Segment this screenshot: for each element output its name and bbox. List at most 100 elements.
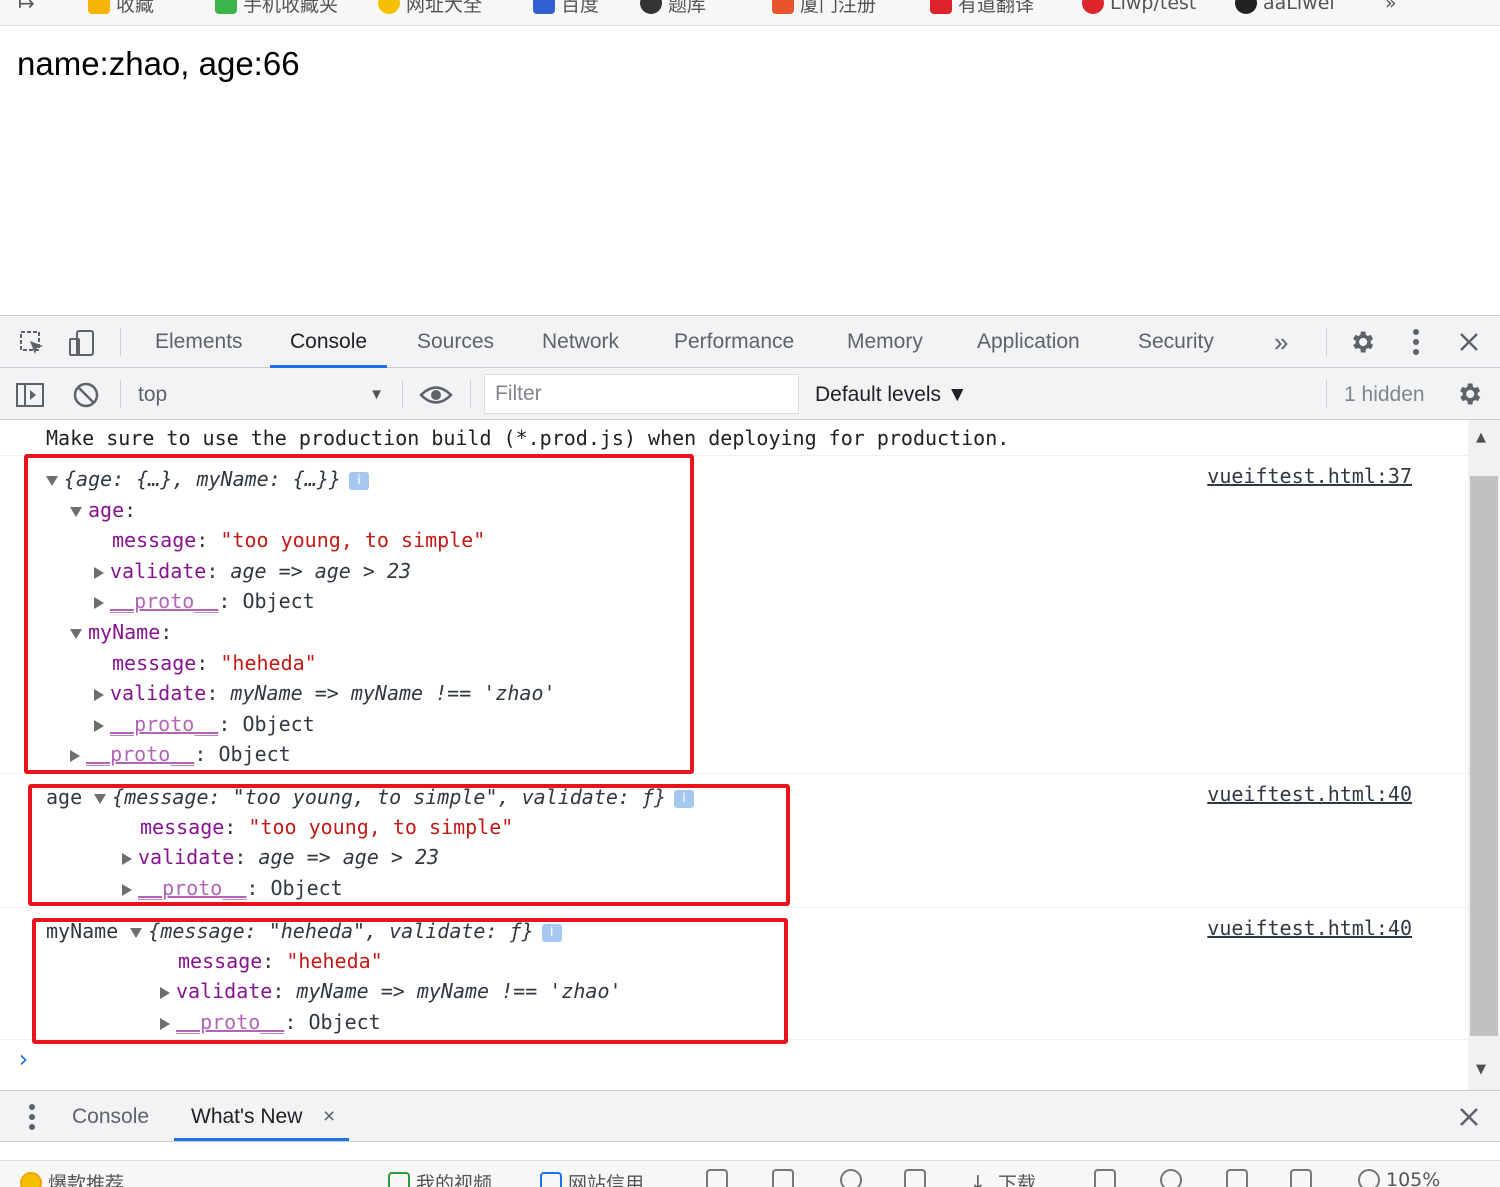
console-settings-gear-icon[interactable] [1453, 379, 1485, 409]
device-toolbar-icon[interactable] [66, 328, 98, 358]
kebab-menu-icon[interactable] [1402, 327, 1430, 357]
property-row: message: "heheda" [112, 651, 317, 675]
close-tab-icon[interactable]: × [323, 1091, 335, 1143]
console-log-entry: vueiftest.html:40 myName {message: "hehe… [0, 908, 1468, 1040]
tab-elements[interactable]: Elements [155, 316, 243, 368]
status-icon[interactable] [772, 1169, 800, 1187]
tab-security[interactable]: Security [1138, 316, 1214, 368]
close-devtools-icon[interactable] [1455, 327, 1483, 357]
console-toolbar: top▼ Default levels ▼ 1 hidden [0, 368, 1500, 420]
window-icon [1226, 1169, 1248, 1187]
status-icon[interactable] [706, 1169, 734, 1187]
toolbar-divider [120, 328, 121, 356]
sidebar-toggle-icon[interactable] [14, 380, 46, 410]
page-output-text: name:zhao, age:66 [17, 45, 300, 82]
console-log-entry: vueiftest.html:37 {age: {…}, myName: {…}… [0, 456, 1468, 774]
github-icon [1235, 0, 1257, 14]
bookmark-item[interactable]: 手机收藏夹 [215, 0, 338, 18]
console-warning-message: Make sure to use the production build (*… [0, 420, 1468, 456]
filter-input[interactable] [484, 374, 799, 414]
console-prompt[interactable]: › [16, 1044, 30, 1074]
tree-node[interactable]: validate: myName => myName !== 'zhao' [160, 976, 622, 1006]
property-row: message: "too young, to simple" [112, 528, 486, 552]
brush-icon [1160, 1169, 1182, 1187]
gear-icon[interactable] [1346, 327, 1378, 357]
status-icon[interactable] [904, 1169, 932, 1187]
status-icon[interactable] [1094, 1169, 1122, 1187]
status-item[interactable]: ↓ 下载 [970, 1169, 1036, 1187]
bookmarks-bar: ↦ 收藏 手机收藏夹 网址大全 百度 题库 厦门注册 有道翻译 Liwp/tes… [0, 0, 1500, 26]
log-levels-dropdown[interactable]: Default levels ▼ [815, 380, 968, 410]
expand-arrow-icon [122, 883, 132, 896]
status-item[interactable]: 网站信用 [540, 1169, 644, 1187]
bookmark-item[interactable]: 题库 [640, 0, 706, 18]
status-icon[interactable] [1226, 1169, 1254, 1187]
context-selector[interactable]: top ▼ [138, 380, 388, 410]
expand-arrow-icon [160, 1017, 170, 1030]
scroll-up-icon[interactable]: ▲ [1476, 430, 1486, 445]
console-log-entry: vueiftest.html:40 age {message: "too you… [0, 774, 1468, 908]
status-icon[interactable] [840, 1169, 868, 1187]
bookmark-item[interactable]: 有道翻译 [930, 0, 1034, 18]
tree-node[interactable]: myName: [70, 617, 172, 647]
object-summary[interactable]: {age: {…}, myName: {…}} i [46, 464, 369, 494]
collapse-arrow-icon [46, 475, 58, 486]
tree-node[interactable]: validate: age => age > 23 [122, 842, 439, 872]
tree-node[interactable]: validate: age => age > 23 [94, 556, 411, 586]
scroll-down-icon[interactable]: ▼ [1476, 1062, 1486, 1077]
collapse-arrow-icon [94, 793, 107, 804]
tab-network[interactable]: Network [542, 316, 619, 368]
inspect-element-icon[interactable] [16, 328, 48, 358]
tree-node[interactable]: __proto__: Object [122, 873, 343, 903]
site-icon [772, 0, 794, 14]
tab-console[interactable]: Console [269, 316, 388, 368]
bookmarks-nav-icon[interactable]: ↦ [18, 0, 35, 18]
drawer-tab-whats-new[interactable]: What's New [191, 1091, 302, 1143]
image-icon [772, 1169, 794, 1187]
bookmarks-more-icon[interactable]: » [1385, 0, 1397, 18]
status-item[interactable]: 爆款推荐 [20, 1169, 124, 1187]
status-item[interactable]: 我的视频 [388, 1169, 492, 1187]
tree-node[interactable]: validate: myName => myName !== 'zhao' [94, 678, 556, 708]
source-link[interactable]: vueiftest.html:40 [1207, 913, 1412, 943]
toolbar-divider [120, 380, 121, 408]
tab-performance[interactable]: Performance [674, 316, 794, 368]
property-row: message: "too young, to simple" [140, 815, 514, 839]
tree-node[interactable]: age: [70, 495, 136, 525]
tree-node[interactable]: __proto__: Object [70, 739, 291, 769]
close-drawer-icon[interactable] [1455, 1103, 1483, 1131]
clear-console-icon[interactable] [70, 380, 102, 410]
bookmark-item[interactable]: 收藏 [88, 0, 154, 18]
toolbar-divider [402, 380, 403, 408]
collapse-arrow-icon [130, 927, 143, 938]
zoom-level[interactable]: 105% [1358, 1169, 1440, 1187]
source-link[interactable]: vueiftest.html:37 [1207, 461, 1412, 491]
object-summary[interactable]: age {message: "too young, to simple", va… [46, 782, 695, 812]
devtools-tab-bar: Elements Console Sources Network Perform… [0, 316, 1500, 368]
scrollbar-thumb[interactable] [1470, 476, 1498, 1036]
toolbar-divider [1326, 328, 1327, 356]
bookmark-item[interactable]: Liwp/test [1082, 0, 1196, 18]
bookmark-item[interactable]: aaLiwei [1235, 0, 1335, 18]
tree-node[interactable]: __proto__: Object [94, 709, 315, 739]
video-icon [388, 1171, 410, 1187]
status-icon[interactable] [1160, 1169, 1188, 1187]
object-summary[interactable]: myName {message: "heheda", validate: ƒ} i [46, 916, 562, 946]
tab-sources[interactable]: Sources [417, 316, 494, 368]
tree-node[interactable]: __proto__: Object [160, 1007, 381, 1037]
bookmark-item[interactable]: 百度 [533, 0, 599, 18]
source-link[interactable]: vueiftest.html:40 [1207, 779, 1412, 809]
star-icon [88, 0, 110, 14]
drawer-tab-console[interactable]: Console [72, 1091, 149, 1143]
status-icon[interactable] [1290, 1169, 1318, 1187]
info-icon: i [674, 789, 695, 808]
tab-application[interactable]: Application [977, 316, 1080, 368]
zoom-icon [1358, 1169, 1380, 1187]
bookmark-item[interactable]: 网址大全 [378, 0, 482, 18]
more-tabs-icon[interactable]: » [1274, 316, 1288, 368]
eye-icon[interactable] [418, 380, 454, 410]
tab-memory[interactable]: Memory [847, 316, 923, 368]
bookmark-item[interactable]: 厦门注册 [772, 0, 876, 18]
tree-node[interactable]: __proto__: Object [94, 586, 315, 616]
drawer-menu-icon[interactable] [22, 1103, 42, 1131]
